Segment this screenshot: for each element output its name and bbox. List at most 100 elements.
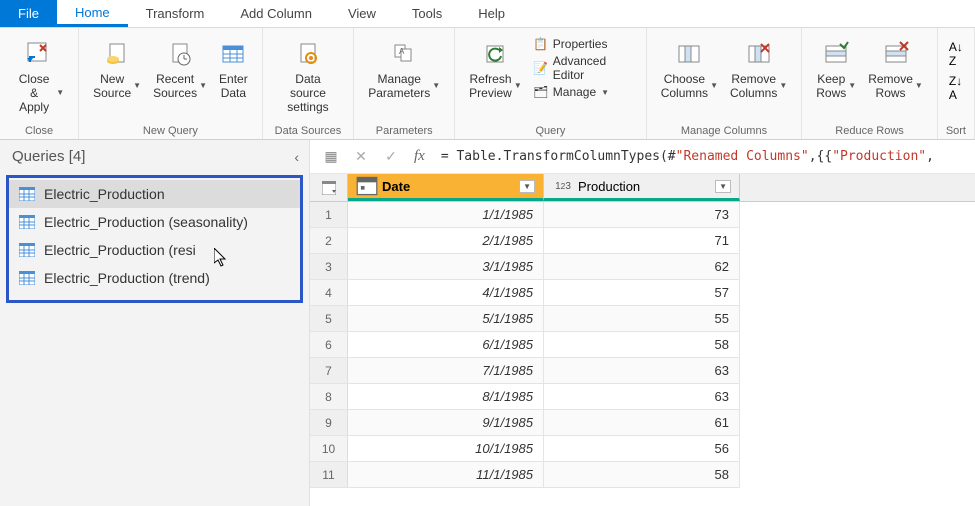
cell-date[interactable]: 3/1/1985 <box>348 254 544 280</box>
queries-panel: Queries [4] ‹ Electric_Production Electr… <box>0 140 310 506</box>
manage-button[interactable]: 🗂Manage ▼ <box>532 84 638 100</box>
row-number[interactable]: 4 <box>310 280 348 306</box>
cell-production[interactable]: 73 <box>544 202 740 228</box>
table-selector-icon[interactable]: ▦ <box>316 145 346 169</box>
group-sort-label: Sort <box>946 125 966 137</box>
row-number[interactable]: 1 <box>310 202 348 228</box>
column-header-date[interactable]: Date ▼ <box>348 174 544 201</box>
select-all-cell[interactable] <box>310 174 348 201</box>
recent-sources-icon <box>166 40 194 68</box>
table-row[interactable]: 1111/1/198558 <box>310 462 975 488</box>
tab-file[interactable]: File <box>0 0 57 27</box>
cell-date[interactable]: 5/1/1985 <box>348 306 544 332</box>
choose-columns-button[interactable]: Choose Columns ▼ <box>655 34 724 102</box>
cell-production[interactable]: 55 <box>544 306 740 332</box>
sort-desc-button[interactable]: Z↓A <box>949 74 963 102</box>
table-row[interactable]: 55/1/198555 <box>310 306 975 332</box>
cell-date[interactable]: 7/1/1985 <box>348 358 544 384</box>
keep-rows-button[interactable]: Keep Rows ▼ <box>810 34 862 102</box>
cell-date[interactable]: 8/1/1985 <box>348 384 544 410</box>
query-item-electric-production[interactable]: Electric_Production <box>9 180 300 208</box>
enter-data-button[interactable]: Enter Data <box>213 34 254 102</box>
collapse-panel-button[interactable]: ‹ <box>294 149 299 165</box>
cell-date[interactable]: 6/1/1985 <box>348 332 544 358</box>
query-label: Electric_Production (seasonality) <box>44 214 248 230</box>
cancel-formula-button[interactable]: ✕ <box>346 145 376 169</box>
remove-columns-label: Remove Columns <box>730 72 777 100</box>
formula-text-suffix: , <box>926 149 934 164</box>
formula-input[interactable]: = Table.TransformColumnTypes(#"Renamed C… <box>433 145 975 168</box>
table-row[interactable]: 22/1/198571 <box>310 228 975 254</box>
manage-parameters-button[interactable]: A Manage Parameters ▼ <box>362 34 446 102</box>
manage-parameters-icon: A <box>390 40 418 68</box>
row-number[interactable]: 6 <box>310 332 348 358</box>
cell-production[interactable]: 62 <box>544 254 740 280</box>
grid-body: 11/1/19857322/1/19857133/1/19856244/1/19… <box>310 202 975 488</box>
sort-asc-button[interactable]: A↓Z <box>949 40 963 68</box>
cell-production[interactable]: 61 <box>544 410 740 436</box>
tab-add-column[interactable]: Add Column <box>222 0 330 27</box>
query-item-residuals[interactable]: Electric_Production (resi <box>9 236 300 264</box>
row-number[interactable]: 3 <box>310 254 348 280</box>
int-type-icon[interactable]: 123 <box>552 177 574 195</box>
refresh-preview-button[interactable]: Refresh Preview ▼ <box>463 34 528 102</box>
group-query-label: Query <box>535 125 565 137</box>
cell-date[interactable]: 11/1/1985 <box>348 462 544 488</box>
cell-production[interactable]: 56 <box>544 436 740 462</box>
fx-icon[interactable]: fx <box>406 148 433 165</box>
advanced-editor-button[interactable]: 📝Advanced Editor <box>532 53 638 83</box>
tab-home[interactable]: Home <box>57 0 128 27</box>
query-item-seasonality[interactable]: Electric_Production (seasonality) <box>9 208 300 236</box>
choose-columns-icon <box>675 40 703 68</box>
accept-formula-button[interactable]: ✓ <box>376 145 406 169</box>
recent-sources-button[interactable]: Recent Sources ▼ <box>147 34 213 102</box>
table-row[interactable]: 44/1/198557 <box>310 280 975 306</box>
remove-rows-button[interactable]: Remove Rows ▼ <box>862 34 929 102</box>
cell-production[interactable]: 58 <box>544 332 740 358</box>
table-row[interactable]: 11/1/198573 <box>310 202 975 228</box>
properties-button[interactable]: 📋Properties <box>532 36 638 52</box>
row-number[interactable]: 11 <box>310 462 348 488</box>
cell-production[interactable]: 71 <box>544 228 740 254</box>
query-item-trend[interactable]: Electric_Production (trend) <box>9 264 300 292</box>
row-number[interactable]: 2 <box>310 228 348 254</box>
table-row[interactable]: 33/1/198562 <box>310 254 975 280</box>
row-number[interactable]: 5 <box>310 306 348 332</box>
cell-date[interactable]: 1/1/1985 <box>348 202 544 228</box>
cell-production[interactable]: 58 <box>544 462 740 488</box>
data-source-settings-button[interactable]: Data source settings <box>271 34 346 116</box>
tab-view[interactable]: View <box>330 0 394 27</box>
table-row[interactable]: 66/1/198558 <box>310 332 975 358</box>
column-filter-button[interactable]: ▼ <box>715 180 731 193</box>
column-header-production[interactable]: 123 Production ▼ <box>544 174 740 201</box>
cell-date[interactable]: 2/1/1985 <box>348 228 544 254</box>
new-source-button[interactable]: New Source ▼ <box>87 34 147 102</box>
tab-tools[interactable]: Tools <box>394 0 460 27</box>
table-row[interactable]: 99/1/198561 <box>310 410 975 436</box>
formula-bar: ▦ ✕ ✓ fx = Table.TransformColumnTypes(#"… <box>310 140 975 174</box>
row-number[interactable]: 8 <box>310 384 348 410</box>
row-number[interactable]: 9 <box>310 410 348 436</box>
new-source-icon <box>103 40 131 68</box>
row-number[interactable]: 10 <box>310 436 348 462</box>
cell-production[interactable]: 63 <box>544 384 740 410</box>
table-row[interactable]: 77/1/198563 <box>310 358 975 384</box>
keep-rows-icon <box>822 40 850 68</box>
cell-production[interactable]: 57 <box>544 280 740 306</box>
cell-date[interactable]: 9/1/1985 <box>348 410 544 436</box>
group-query: Refresh Preview ▼ 📋Properties 📝Advanced … <box>455 28 647 139</box>
column-filter-button[interactable]: ▼ <box>519 180 535 193</box>
manage-label: Manage <box>553 85 596 99</box>
cell-date[interactable]: 4/1/1985 <box>348 280 544 306</box>
close-apply-button[interactable]: Close & Apply ▼ <box>8 34 70 116</box>
remove-columns-button[interactable]: Remove Columns ▼ <box>724 34 793 102</box>
row-number[interactable]: 7 <box>310 358 348 384</box>
date-type-icon[interactable] <box>356 177 378 195</box>
query-label: Electric_Production (trend) <box>44 270 210 286</box>
table-row[interactable]: 1010/1/198556 <box>310 436 975 462</box>
cell-date[interactable]: 10/1/1985 <box>348 436 544 462</box>
cell-production[interactable]: 63 <box>544 358 740 384</box>
tab-help[interactable]: Help <box>460 0 523 27</box>
tab-transform[interactable]: Transform <box>128 0 223 27</box>
table-row[interactable]: 88/1/198563 <box>310 384 975 410</box>
